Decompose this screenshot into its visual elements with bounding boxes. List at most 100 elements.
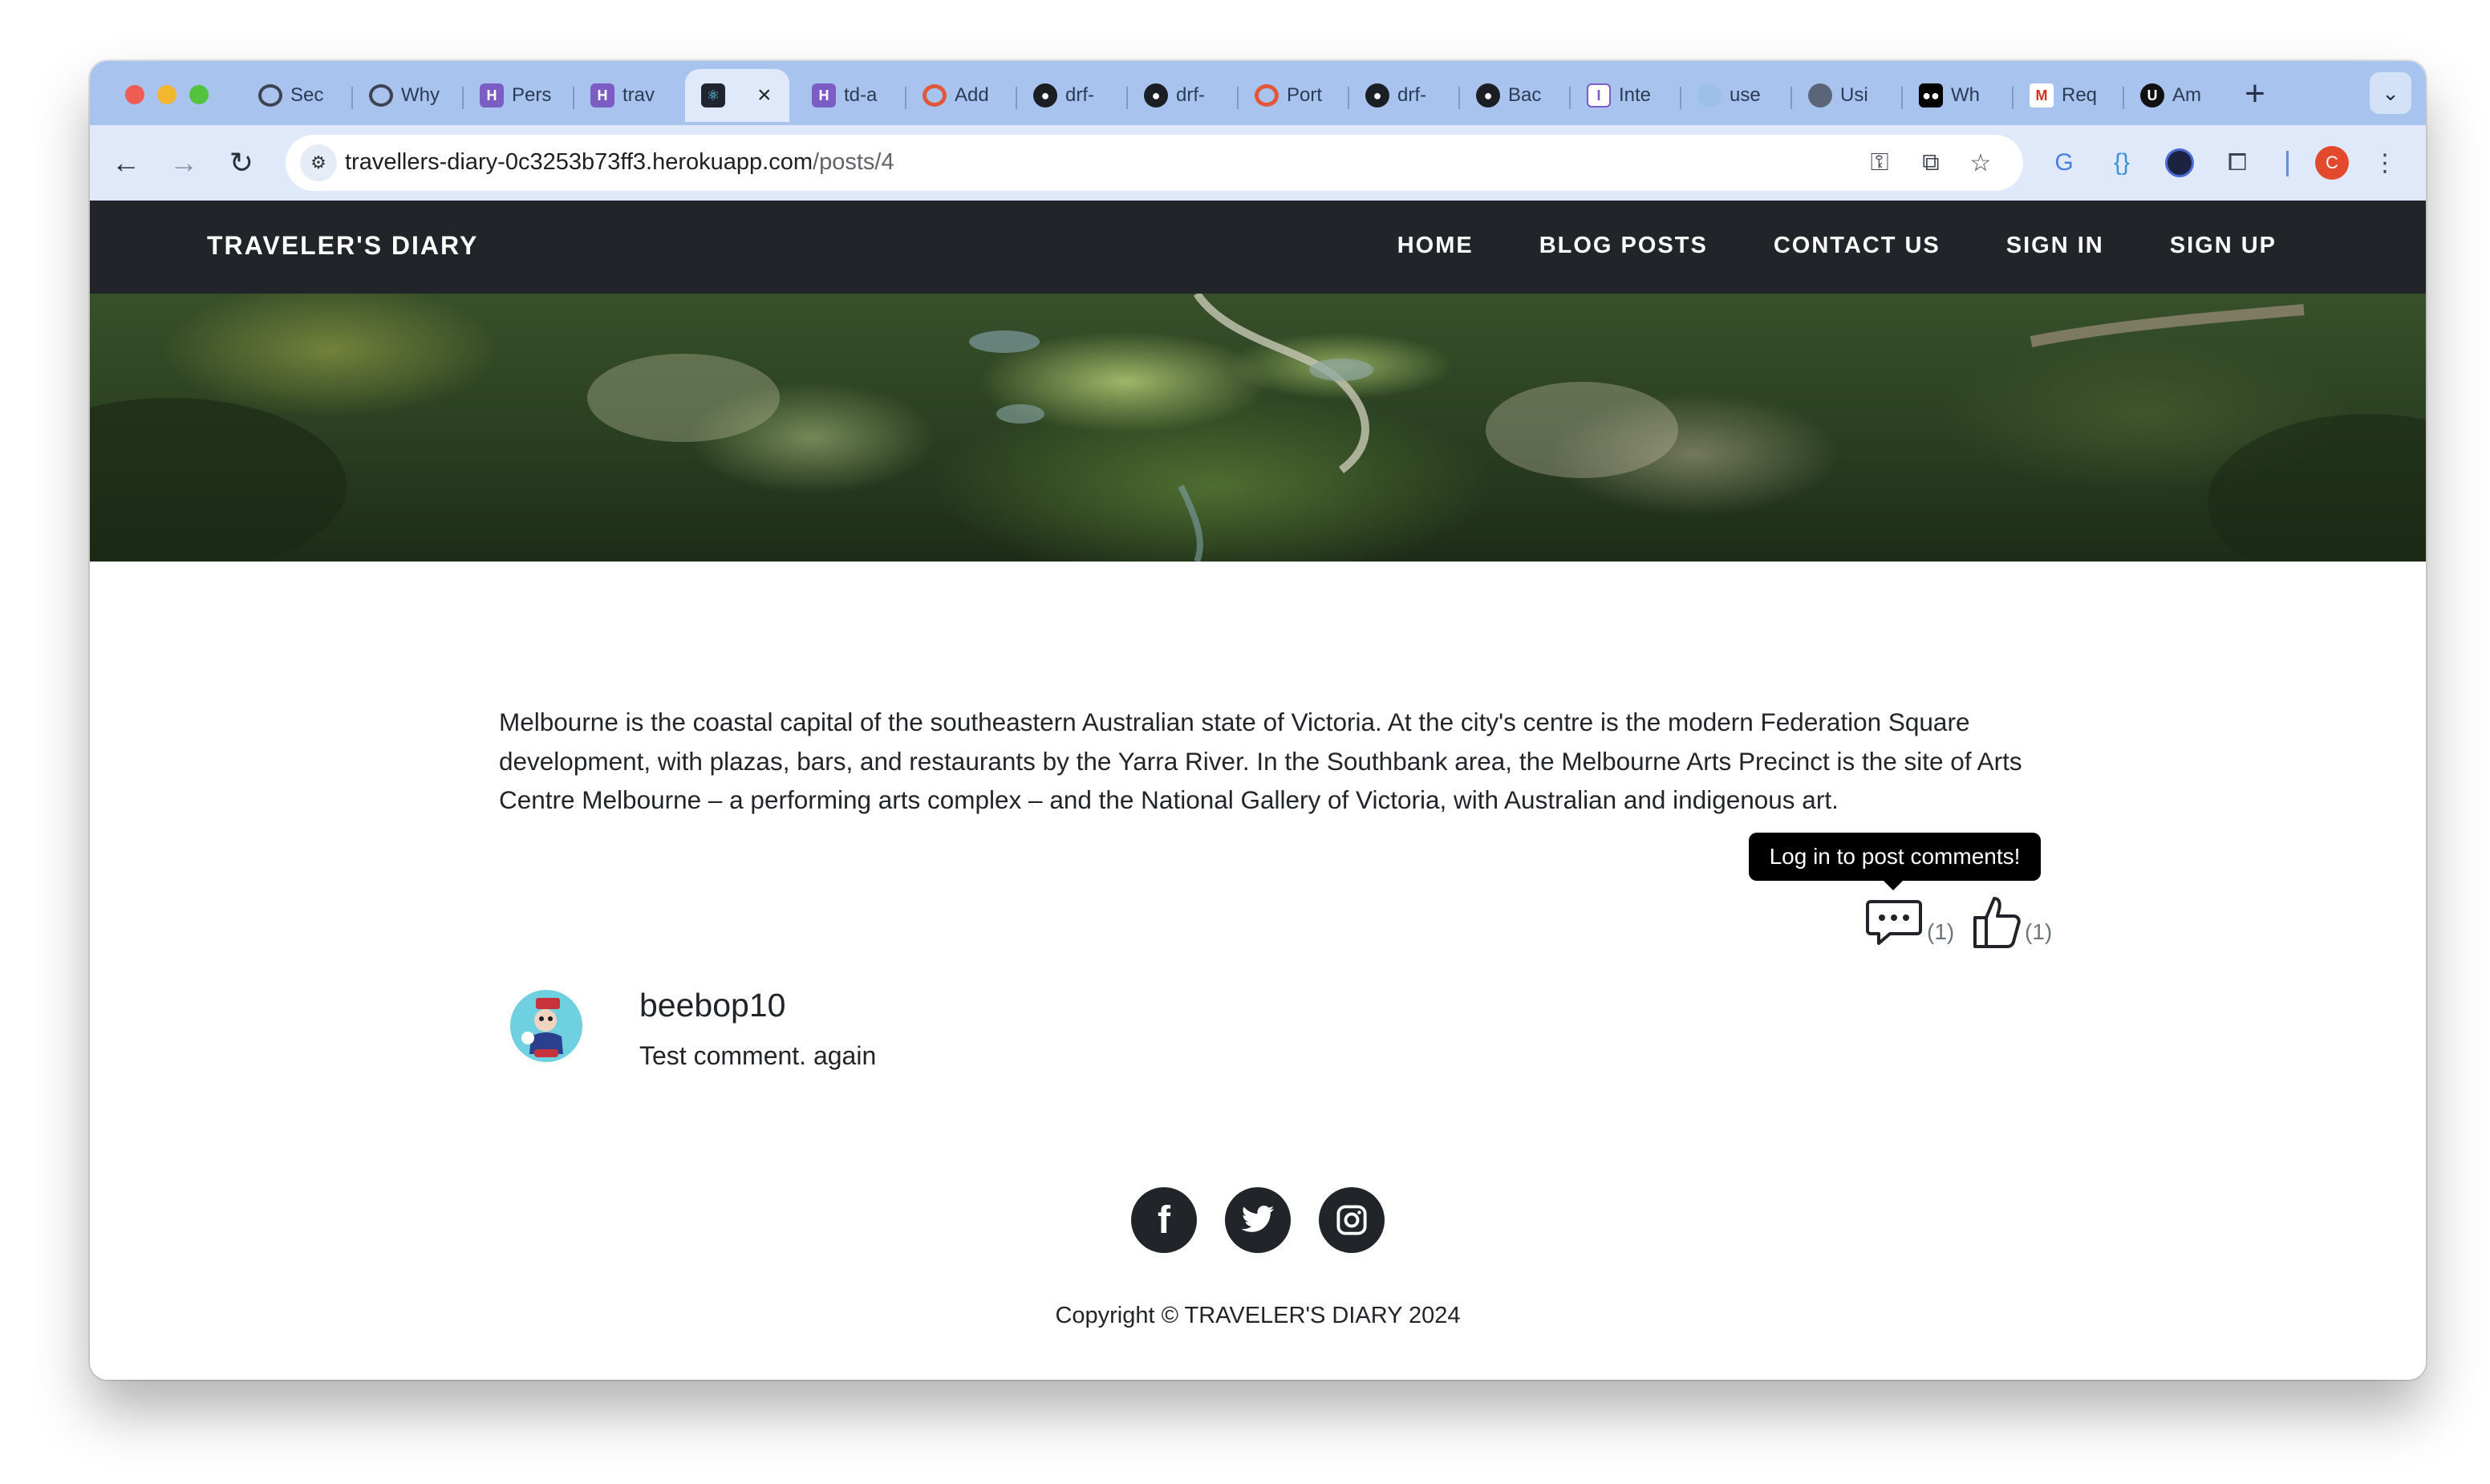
- comment-count: (1): [1927, 919, 1955, 944]
- web-page: TRAVELER'S DIARY HOME BLOG POSTS CONTACT…: [90, 201, 2426, 1380]
- site-brand[interactable]: TRAVELER'S DIARY: [207, 231, 478, 261]
- tab-title: Add: [955, 84, 989, 106]
- window-minimize-button[interactable]: [157, 85, 176, 104]
- tab-title: Bac: [1508, 84, 1542, 106]
- tab-strip: Sec Why H Pers H trav ⚛ × H td-a Add ● d…: [90, 61, 2426, 125]
- instagram-icon[interactable]: [1319, 1187, 1385, 1253]
- heroku-icon: H: [590, 83, 614, 107]
- heroku-icon: H: [812, 83, 836, 107]
- profile-avatar[interactable]: C: [2315, 146, 2349, 180]
- extensions-puzzle-icon[interactable]: ⧠: [2217, 143, 2257, 183]
- browser-tab[interactable]: Sec: [242, 69, 353, 122]
- cartoon-avatar-icon: [510, 990, 582, 1062]
- react-icon: ⚛: [701, 83, 725, 107]
- browser-tab[interactable]: ●● Wh: [1903, 69, 2013, 122]
- browser-tab[interactable]: ● drf-: [1017, 69, 1128, 122]
- openai-icon: [258, 84, 282, 107]
- tab-title: drf-: [1176, 84, 1205, 106]
- hero-banner-image: [90, 294, 2426, 562]
- browser-tab[interactable]: U Am: [2124, 69, 2235, 122]
- tab-title: Am: [2172, 84, 2201, 106]
- comment-author: beebop10: [639, 987, 786, 1024]
- comment-bubble-icon[interactable]: [1866, 898, 1922, 947]
- extension-icon: I: [1587, 83, 1611, 107]
- tab-title: td-a: [844, 84, 878, 106]
- like-count: (1): [2025, 919, 2053, 944]
- tab-search-chevron-icon[interactable]: ⌄: [2370, 72, 2411, 114]
- extension-brackets-icon[interactable]: {}: [2102, 143, 2142, 183]
- nav-links: HOME BLOG POSTS CONTACT US SIGN IN SIGN …: [1397, 233, 2277, 259]
- tab-title: trav: [622, 84, 655, 106]
- key-icon[interactable]: ⚿: [1863, 146, 1896, 180]
- tab-title: Req: [2062, 84, 2098, 106]
- comment-text: Test comment. again: [639, 1041, 877, 1070]
- tab-title: drf-: [1065, 84, 1094, 106]
- new-tab-icon[interactable]: +: [2235, 74, 2275, 114]
- window-maximize-button[interactable]: [189, 85, 209, 104]
- browser-window: Sec Why H Pers H trav ⚛ × H td-a Add ● d…: [90, 61, 2426, 1380]
- nav-blog-posts[interactable]: BLOG POSTS: [1539, 233, 1708, 259]
- footer-copyright: Copyright © TRAVELER'S DIARY 2024: [1055, 1303, 1461, 1328]
- install-app-icon[interactable]: ⧉: [1914, 146, 1948, 180]
- tab-title: use: [1730, 84, 1761, 106]
- twitter-icon[interactable]: [1225, 1187, 1291, 1253]
- post-body-text: Melbourne is the coastal capital of the …: [499, 708, 2022, 814]
- nav-home[interactable]: HOME: [1397, 233, 1474, 259]
- ring-icon: [1255, 84, 1279, 107]
- back-icon[interactable]: ←: [106, 143, 146, 183]
- nav-sign-up[interactable]: SIGN UP: [2170, 233, 2277, 259]
- browser-tab[interactable]: I Inte: [1571, 69, 1681, 122]
- browser-tab[interactable]: Add: [906, 69, 1017, 122]
- tab-title: Pers: [512, 84, 552, 106]
- site-info-icon[interactable]: ⚙: [300, 144, 337, 181]
- close-tab-icon[interactable]: ×: [757, 82, 772, 109]
- browser-tab-active[interactable]: ⚛ ×: [685, 69, 789, 122]
- browser-tab[interactable]: H trav: [574, 69, 685, 122]
- browser-tab[interactable]: ● drf-: [1349, 69, 1460, 122]
- browser-tab[interactable]: Usi: [1792, 69, 1903, 122]
- browser-toolbar: ← → ↻ ⚙ travellers-diary-0c3253b73ff3.he…: [90, 125, 2426, 201]
- browser-tab[interactable]: use: [1681, 69, 1792, 122]
- translate-icon[interactable]: G: [2044, 143, 2084, 183]
- site-icon: [1697, 83, 1722, 107]
- tooltip-arrow: [1882, 879, 1904, 890]
- url-text[interactable]: travellers-diary-0c3253b73ff3.herokuapp.…: [345, 149, 894, 176]
- github-icon: ●: [1476, 83, 1500, 107]
- extension-dark-icon[interactable]: [2159, 143, 2200, 183]
- bookmark-star-icon[interactable]: ☆: [1964, 146, 1997, 180]
- address-bar[interactable]: ⚙ travellers-diary-0c3253b73ff3.herokuap…: [286, 135, 2023, 191]
- browser-tab[interactable]: M Req: [2013, 69, 2124, 122]
- browser-tab[interactable]: ● drf-: [1128, 69, 1239, 122]
- browser-tab[interactable]: H td-a: [796, 69, 906, 122]
- reload-icon[interactable]: ↻: [221, 143, 262, 183]
- thumbs-up-icon[interactable]: [1972, 895, 2022, 948]
- tab-title: Port: [1287, 84, 1323, 106]
- ring-icon: [923, 84, 947, 107]
- tab-title: Usi: [1840, 84, 1868, 106]
- gmail-icon: M: [2030, 83, 2054, 107]
- browser-menu-icon[interactable]: ⋮: [2365, 143, 2405, 183]
- landscape-illustration: [90, 294, 2426, 562]
- browser-tab[interactable]: Port: [1239, 69, 1349, 122]
- tab-title: drf-: [1397, 84, 1426, 106]
- ub-icon: U: [2140, 83, 2164, 107]
- forward-icon[interactable]: →: [164, 143, 204, 183]
- nav-contact-us[interactable]: CONTACT US: [1774, 233, 1940, 259]
- browser-tab[interactable]: Why: [353, 69, 464, 122]
- globe-icon: [1808, 83, 1832, 107]
- tab-title: Sec: [290, 84, 324, 106]
- heroku-icon: H: [480, 83, 504, 107]
- facebook-icon[interactable]: f: [1131, 1187, 1197, 1253]
- github-icon: ●: [1144, 83, 1168, 107]
- tab-title: Wh: [1951, 84, 1980, 106]
- github-icon: ●: [1365, 83, 1389, 107]
- browser-tab[interactable]: H Pers: [464, 69, 574, 122]
- url-path: /posts/4: [813, 149, 894, 175]
- nav-sign-in[interactable]: SIGN IN: [2006, 233, 2104, 259]
- url-host: travellers-diary-0c3253b73ff3.herokuapp.…: [345, 149, 813, 175]
- tab-title: Why: [401, 84, 440, 106]
- window-close-button[interactable]: [125, 85, 144, 104]
- browser-tab[interactable]: ● Bac: [1460, 69, 1571, 122]
- github-icon: ●: [1033, 83, 1057, 107]
- site-navbar: TRAVELER'S DIARY HOME BLOG POSTS CONTACT…: [90, 201, 2426, 294]
